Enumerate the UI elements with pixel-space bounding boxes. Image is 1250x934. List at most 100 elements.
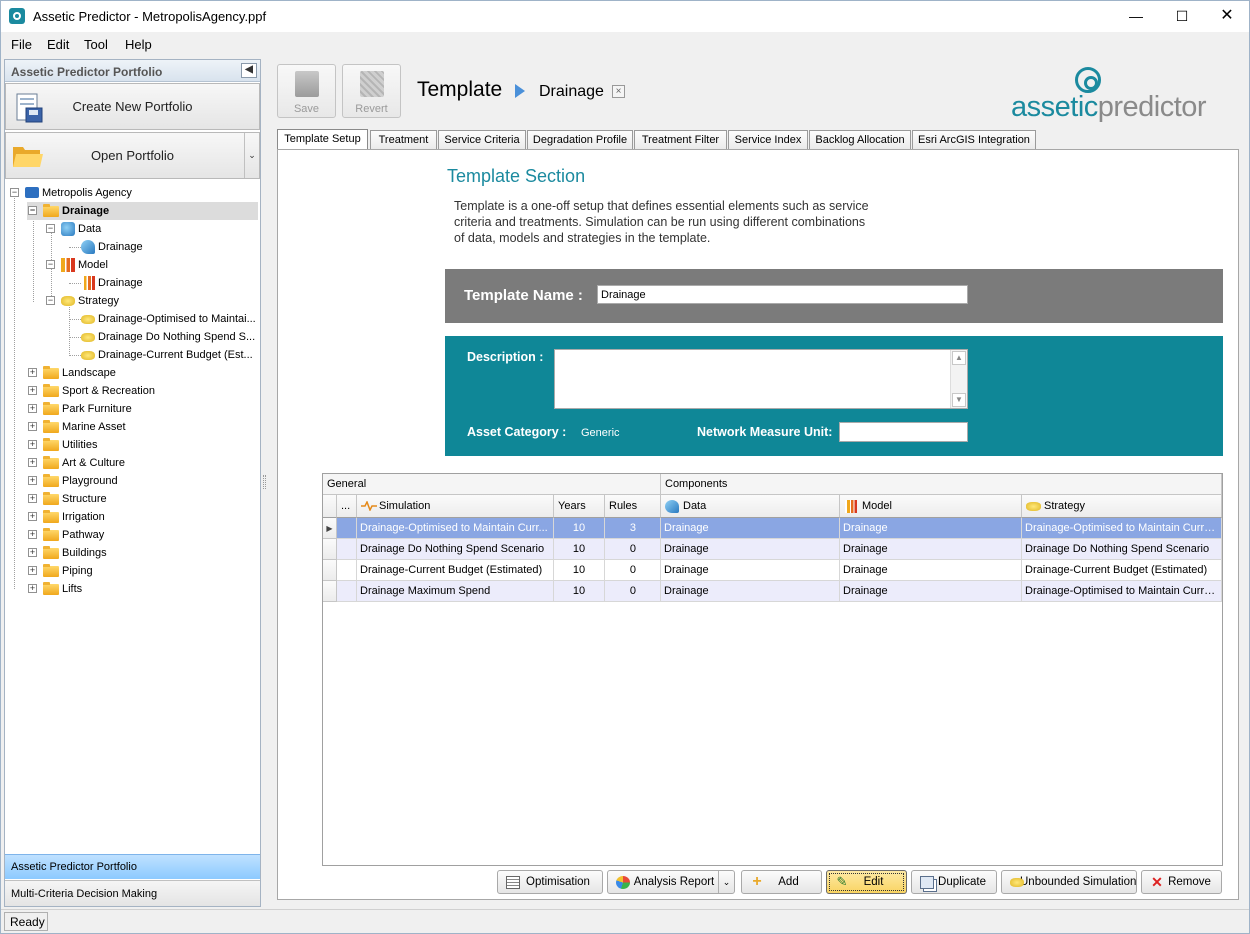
row-options-cell[interactable] [337,560,357,581]
menu-file[interactable]: File [11,37,32,52]
add-button[interactable]: + Add [741,870,822,894]
cell-simulation[interactable]: Drainage-Optimised to Maintain Curr... [357,518,554,539]
cell-rules[interactable]: 3 [605,518,661,539]
panel-splitter[interactable] [263,475,266,489]
cell-years[interactable]: 10 [554,581,605,602]
table-row[interactable]: ▶ Drainage-Optimised to Maintain Curr...… [323,518,1222,539]
cell-simulation[interactable]: Drainage Maximum Spend [357,581,554,602]
cell-strategy[interactable]: Drainage-Optimised to Maintain Curre... [1022,518,1222,539]
template-name-input[interactable] [597,285,968,304]
collapse-toggle-icon[interactable]: − [46,260,55,269]
chevron-down-icon[interactable]: ⌄ [244,133,259,178]
collapse-toggle-icon[interactable]: − [46,224,55,233]
tab-treatment[interactable]: Treatment [370,130,437,150]
cell-years[interactable]: 10 [554,518,605,539]
edit-button[interactable]: ✎ Edit [826,870,907,894]
expand-toggle-icon[interactable]: + [28,566,37,575]
cell-simulation[interactable]: Drainage Do Nothing Spend Scenario [357,539,554,560]
expand-toggle-icon[interactable]: + [28,368,37,377]
grid-col-simulation[interactable]: Simulation [357,495,554,518]
table-row[interactable]: Drainage Maximum Spend 10 0 Drainage Dra… [323,581,1222,602]
tab-esri-arcgis-integration[interactable]: Esri ArcGIS Integration [912,130,1036,150]
save-button[interactable]: Save [277,64,336,118]
scroll-up-icon[interactable]: ▲ [952,351,966,365]
expand-toggle-icon[interactable]: + [28,494,37,503]
cell-rules[interactable]: 0 [605,581,661,602]
cell-data[interactable]: Drainage [661,539,840,560]
table-row[interactable]: Drainage-Current Budget (Estimated) 10 0… [323,560,1222,581]
scroll-down-icon[interactable]: ▼ [952,393,966,407]
nav-mcdm[interactable]: Multi-Criteria Decision Making [5,880,260,906]
cell-data[interactable]: Drainage [661,581,840,602]
grid-col-model[interactable]: Model [840,495,1022,518]
description-scrollbar[interactable]: ▲ ▼ [950,350,967,408]
cell-strategy[interactable]: Drainage Do Nothing Spend Scenario [1022,539,1222,560]
maximize-button[interactable]: ☐ [1159,1,1205,32]
description-textarea[interactable]: ▲ ▼ [554,349,968,409]
cell-simulation[interactable]: Drainage-Current Budget (Estimated) [357,560,554,581]
expand-toggle-icon[interactable]: + [28,440,37,449]
collapse-toggle-icon[interactable]: − [46,296,55,305]
cell-data[interactable]: Drainage [661,560,840,581]
expand-toggle-icon[interactable]: + [28,530,37,539]
expand-toggle-icon[interactable]: + [28,512,37,521]
menu-tool[interactable]: Tool [84,37,108,52]
cell-years[interactable]: 10 [554,539,605,560]
duplicate-button[interactable]: Duplicate [911,870,997,894]
tab-template-setup[interactable]: Template Setup [277,129,368,151]
tab-backlog-allocation[interactable]: Backlog Allocation [809,130,911,150]
grid-col-years[interactable]: Years [554,495,605,518]
tab-service-criteria[interactable]: Service Criteria [438,130,526,150]
expand-toggle-icon[interactable]: + [28,404,37,413]
expand-toggle-icon[interactable]: + [28,458,37,467]
cell-rules[interactable]: 0 [605,560,661,581]
unbounded-simulation-button[interactable]: Unbounded Simulation [1001,870,1137,894]
collapse-panel-button[interactable]: ◀ [241,63,257,78]
cell-years[interactable]: 10 [554,560,605,581]
remove-button[interactable]: ✕ Remove [1141,870,1222,894]
expand-toggle-icon[interactable]: + [28,386,37,395]
cell-model[interactable]: Drainage [840,581,1022,602]
collapse-toggle-icon[interactable]: − [10,188,19,197]
tab-service-index[interactable]: Service Index [728,130,808,150]
network-measure-input[interactable] [839,422,968,442]
minimize-button[interactable]: — [1113,1,1159,32]
cell-rules[interactable]: 0 [605,539,661,560]
close-template-button[interactable]: × [612,85,625,98]
row-options-cell[interactable] [337,581,357,602]
menu-edit[interactable]: Edit [47,37,69,52]
tree-item-strategy-3[interactable]: Drainage-Current Budget (Est... [81,346,253,364]
tree-item-drainage[interactable]: − Drainage [27,202,258,220]
tab-treatment-filter[interactable]: Treatment Filter [634,130,727,150]
optimisation-button[interactable]: Optimisation [497,870,603,894]
table-row[interactable]: Drainage Do Nothing Spend Scenario 10 0 … [323,539,1222,560]
grid-col-data[interactable]: Data [661,495,840,518]
expand-toggle-icon[interactable]: + [28,422,37,431]
open-portfolio-button[interactable]: Open Portfolio ⌄ [5,132,260,179]
cell-model[interactable]: Drainage [840,560,1022,581]
tree-item-strategy-1[interactable]: Drainage-Optimised to Maintai... [81,310,256,328]
expand-toggle-icon[interactable]: + [28,548,37,557]
tree-item-data-drainage[interactable]: Drainage [81,238,143,256]
grid-col-strategy[interactable]: Strategy [1022,495,1222,518]
collapse-toggle-icon[interactable]: − [28,206,37,215]
tab-degradation-profile[interactable]: Degradation Profile [527,130,633,150]
chevron-down-icon[interactable]: ⌄ [718,871,734,893]
cell-model[interactable]: Drainage [840,518,1022,539]
row-options-cell[interactable] [337,539,357,560]
create-portfolio-button[interactable]: Create New Portfolio [5,83,260,130]
cell-strategy[interactable]: Drainage-Optimised to Maintain Curre... [1022,581,1222,602]
row-options-cell[interactable] [337,518,357,539]
expand-toggle-icon[interactable]: + [28,584,37,593]
expand-toggle-icon[interactable]: + [28,476,37,485]
cell-strategy[interactable]: Drainage-Current Budget (Estimated) [1022,560,1222,581]
grid-col-rules[interactable]: Rules [605,495,661,518]
nav-portfolio[interactable]: Assetic Predictor Portfolio [5,854,260,879]
grid-col-options[interactable]: ... [337,495,357,518]
menu-help[interactable]: Help [125,37,152,52]
cell-data[interactable]: Drainage [661,518,840,539]
revert-button[interactable]: Revert [342,64,401,118]
tree-item-strategy-2[interactable]: Drainage Do Nothing Spend S... [81,328,255,346]
cell-model[interactable]: Drainage [840,539,1022,560]
close-button[interactable]: ✕ [1204,1,1250,32]
